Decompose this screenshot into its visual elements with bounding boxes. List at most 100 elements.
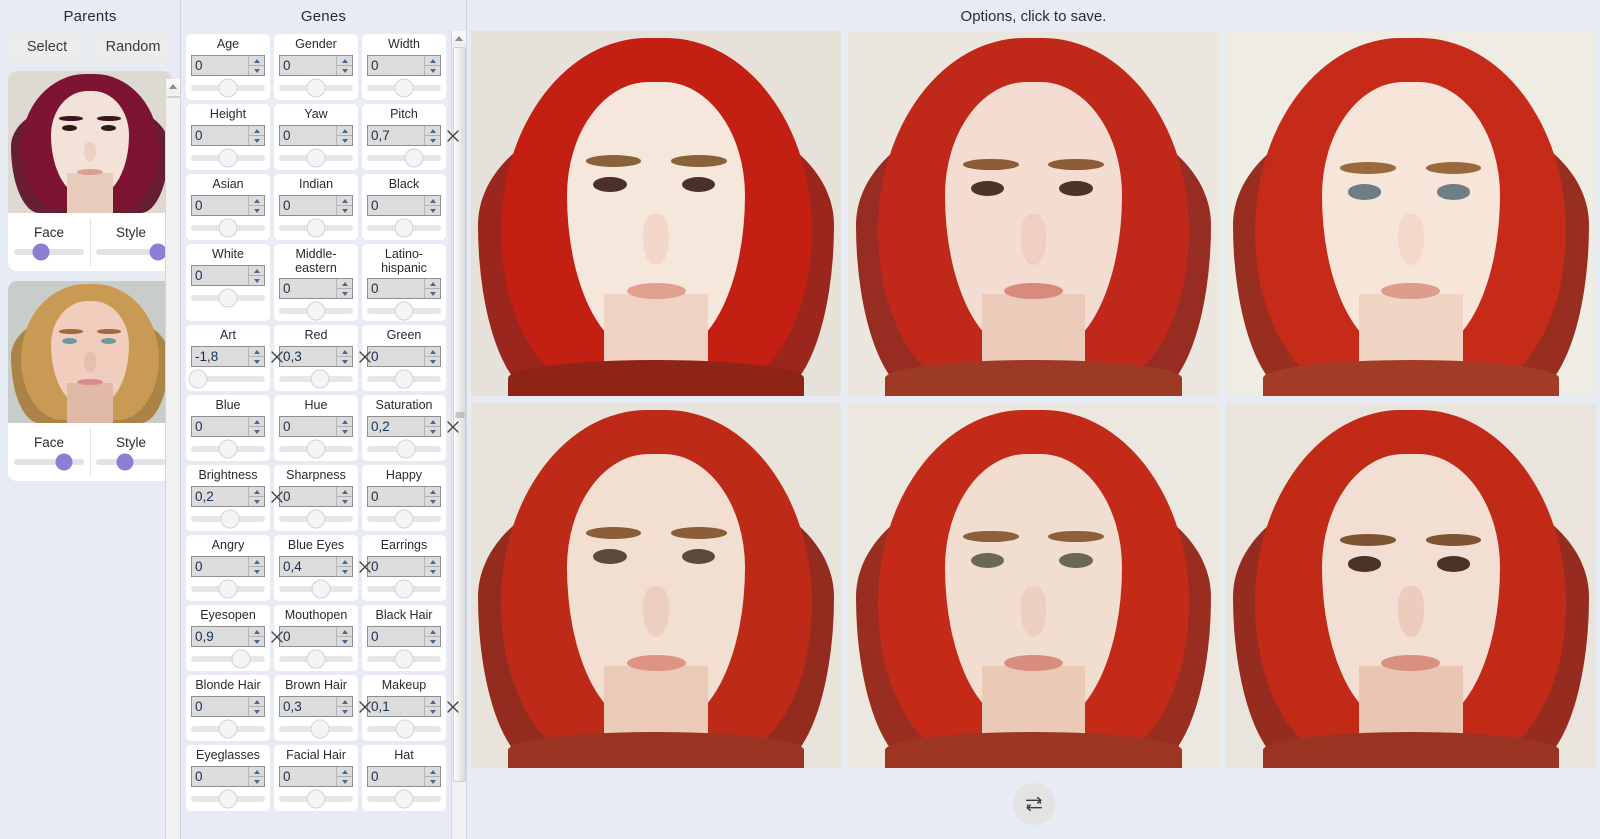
gene-spinner-buttons[interactable] bbox=[248, 347, 264, 366]
gene-value[interactable]: 0 bbox=[280, 126, 336, 145]
spinner-up-icon[interactable] bbox=[337, 417, 352, 427]
gene-value[interactable]: 0 bbox=[368, 557, 424, 576]
gene-spinner-buttons[interactable] bbox=[248, 196, 264, 215]
spinner-down-icon[interactable] bbox=[337, 289, 352, 298]
gene-spinbox[interactable]: 0,7 bbox=[367, 125, 441, 146]
gene-clear-x-icon[interactable] bbox=[357, 559, 373, 575]
parent-2-face-slider[interactable]: Face bbox=[8, 423, 90, 481]
spinner-up-icon[interactable] bbox=[425, 697, 440, 707]
gene-spinbox[interactable]: 0 bbox=[191, 766, 265, 787]
spinner-up-icon[interactable] bbox=[337, 126, 352, 136]
option-cell-3[interactable] bbox=[1225, 31, 1596, 396]
gene-slider-knob[interactable] bbox=[395, 719, 415, 739]
gene-slider-track[interactable] bbox=[367, 369, 441, 389]
gene-value[interactable]: 0,2 bbox=[368, 417, 424, 436]
spinner-up-icon[interactable] bbox=[425, 417, 440, 427]
spinner-down-icon[interactable] bbox=[337, 497, 352, 506]
gene-spinner-buttons[interactable] bbox=[248, 697, 264, 716]
spinner-down-icon[interactable] bbox=[425, 567, 440, 576]
gene-value[interactable]: 0 bbox=[192, 557, 248, 576]
gene-slider-knob[interactable] bbox=[218, 789, 238, 809]
gene-slider-knob[interactable] bbox=[306, 301, 326, 321]
gene-slider-knob[interactable] bbox=[220, 509, 240, 529]
gene-value[interactable]: 0,9 bbox=[192, 627, 248, 646]
gene-spinner-buttons[interactable] bbox=[336, 767, 352, 786]
spinner-down-icon[interactable] bbox=[425, 136, 440, 145]
gene-slider-knob[interactable] bbox=[306, 218, 326, 238]
gene-spinbox[interactable]: 0 bbox=[279, 55, 353, 76]
spinner-down-icon[interactable] bbox=[249, 637, 264, 646]
gene-spinbox[interactable]: 0 bbox=[191, 55, 265, 76]
gene-value[interactable]: 0,2 bbox=[192, 487, 248, 506]
gene-value[interactable]: 0 bbox=[192, 417, 248, 436]
gene-value[interactable]: 0 bbox=[280, 196, 336, 215]
gene-value[interactable]: 0 bbox=[368, 487, 424, 506]
genes-scrollbar[interactable] bbox=[451, 31, 466, 839]
gene-value[interactable]: 0,7 bbox=[368, 126, 424, 145]
spinner-down-icon[interactable] bbox=[425, 427, 440, 436]
spinner-down-icon[interactable] bbox=[425, 357, 440, 366]
slider-knob[interactable] bbox=[55, 453, 73, 471]
gene-spinbox[interactable]: 0 bbox=[367, 346, 441, 367]
spinner-up-icon[interactable] bbox=[425, 347, 440, 357]
gene-slider-knob[interactable] bbox=[306, 78, 326, 98]
gene-slider-track[interactable] bbox=[367, 439, 441, 459]
gene-clear-x-icon[interactable] bbox=[357, 349, 373, 365]
parent-card-1[interactable]: Face Style bbox=[8, 71, 172, 271]
spinner-down-icon[interactable] bbox=[337, 357, 352, 366]
gene-spinner-buttons[interactable] bbox=[424, 487, 440, 506]
gene-slider-knob[interactable] bbox=[231, 649, 251, 669]
select-parent-button[interactable]: Select bbox=[8, 34, 86, 61]
gene-spinbox[interactable]: 0,2 bbox=[191, 486, 265, 507]
spinner-down-icon[interactable] bbox=[337, 136, 352, 145]
gene-slider-knob[interactable] bbox=[394, 579, 414, 599]
gene-spinner-buttons[interactable] bbox=[336, 126, 352, 145]
gene-spinbox[interactable]: 0 bbox=[191, 125, 265, 146]
gene-value[interactable]: 0 bbox=[280, 279, 336, 298]
gene-spinner-buttons[interactable] bbox=[248, 767, 264, 786]
gene-spinner-buttons[interactable] bbox=[424, 627, 440, 646]
spinner-up-icon[interactable] bbox=[249, 767, 264, 777]
gene-slider-knob[interactable] bbox=[306, 649, 326, 669]
gene-slider-track[interactable] bbox=[279, 649, 353, 669]
gene-value[interactable]: 0 bbox=[368, 627, 424, 646]
gene-slider-track[interactable] bbox=[367, 509, 441, 529]
gene-slider-track[interactable] bbox=[279, 218, 353, 238]
gene-slider-track[interactable] bbox=[191, 509, 265, 529]
parent-2-style-slider[interactable]: Style bbox=[90, 423, 172, 481]
gene-spinbox[interactable]: 0 bbox=[191, 265, 265, 286]
spinner-down-icon[interactable] bbox=[249, 206, 264, 215]
gene-spinner-buttons[interactable] bbox=[248, 417, 264, 436]
spinner-up-icon[interactable] bbox=[337, 557, 352, 567]
gene-value[interactable]: 0 bbox=[368, 279, 424, 298]
spinner-up-icon[interactable] bbox=[337, 697, 352, 707]
genes-scroll-up-icon[interactable] bbox=[452, 31, 466, 46]
gene-slider-track[interactable] bbox=[191, 288, 265, 308]
gene-slider-track[interactable] bbox=[367, 78, 441, 98]
gene-spinner-buttons[interactable] bbox=[248, 557, 264, 576]
gene-spinner-buttons[interactable] bbox=[424, 767, 440, 786]
genes-scroll-thumb[interactable] bbox=[453, 47, 466, 782]
gene-slider-knob[interactable] bbox=[394, 369, 414, 389]
gene-clear-x-icon[interactable] bbox=[269, 629, 285, 645]
spinner-up-icon[interactable] bbox=[425, 196, 440, 206]
gene-slider-track[interactable] bbox=[191, 579, 265, 599]
gene-spinner-buttons[interactable] bbox=[336, 279, 352, 298]
gene-spinner-buttons[interactable] bbox=[336, 56, 352, 75]
spinner-down-icon[interactable] bbox=[249, 497, 264, 506]
gene-slider-track[interactable] bbox=[367, 719, 441, 739]
parent-card-2[interactable]: Face Style bbox=[8, 281, 172, 481]
gene-clear-x-icon[interactable] bbox=[445, 419, 461, 435]
gene-slider-track[interactable] bbox=[188, 369, 265, 389]
gene-spinbox[interactable]: 0 bbox=[279, 278, 353, 299]
spinner-down-icon[interactable] bbox=[337, 66, 352, 75]
spinner-up-icon[interactable] bbox=[425, 279, 440, 289]
gene-slider-knob[interactable] bbox=[218, 218, 238, 238]
option-cell-4[interactable] bbox=[471, 403, 842, 768]
gene-slider-track[interactable] bbox=[191, 78, 265, 98]
gene-slider-knob[interactable] bbox=[310, 369, 330, 389]
spinner-up-icon[interactable] bbox=[425, 557, 440, 567]
gene-spinbox[interactable]: 0,4 bbox=[279, 556, 353, 577]
gene-slider-knob[interactable] bbox=[396, 439, 416, 459]
gene-slider-track[interactable] bbox=[279, 301, 353, 321]
